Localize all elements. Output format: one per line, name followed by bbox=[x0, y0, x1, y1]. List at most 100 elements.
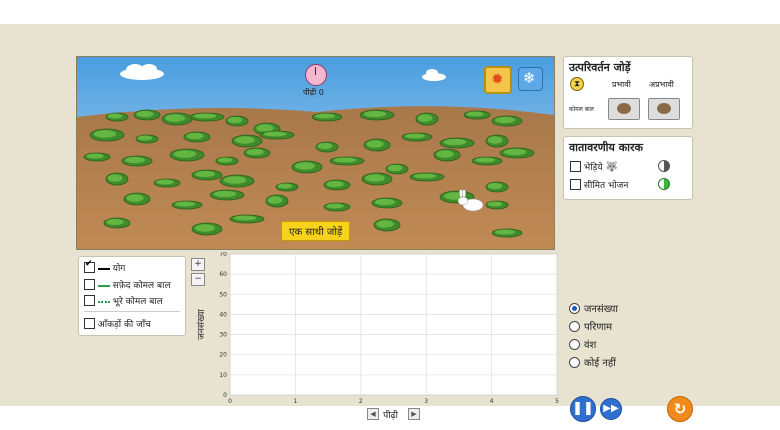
view-option-2[interactable]: वंश bbox=[569, 337, 618, 355]
view-option-3[interactable]: कोई नहीं bbox=[569, 355, 618, 373]
legend-brown-fur[interactable]: भूरे कोमल बाल bbox=[84, 294, 163, 307]
view-option-0[interactable]: जनसंख्या bbox=[569, 301, 618, 319]
pause-button[interactable]: ❚❚ bbox=[570, 396, 596, 422]
view-option-label: परिणाम bbox=[584, 322, 613, 333]
food-timer-icon bbox=[658, 178, 670, 190]
plant-leaves bbox=[375, 198, 395, 206]
plant-leaves bbox=[186, 132, 204, 140]
fast-forward-icon: ▶▶ bbox=[603, 403, 619, 414]
reset-button[interactable]: ↻ bbox=[667, 396, 693, 422]
snowflake-icon: ❄ bbox=[523, 69, 536, 87]
x-tick-label: 5 bbox=[555, 398, 559, 405]
sun-environment-button[interactable]: ✹ bbox=[484, 66, 512, 94]
x-tick-label: 3 bbox=[424, 398, 428, 405]
recessive-fur-mutation-button[interactable] bbox=[648, 98, 680, 120]
plant-leaves bbox=[503, 148, 527, 156]
x-tick-label: 4 bbox=[490, 398, 494, 405]
plant-leaves bbox=[277, 183, 293, 189]
data-probe-option[interactable]: आँकड़ों की जाँच bbox=[84, 317, 151, 330]
total-label: योग bbox=[112, 264, 126, 274]
x-tick-label: 0 bbox=[228, 398, 232, 405]
graph-legend-panel: योग सफ़ेद कोमल बाल भूरे कोमल बाल आँकड़ों… bbox=[78, 256, 186, 336]
legend-divider bbox=[84, 311, 180, 312]
plant-leaves bbox=[246, 148, 264, 156]
plant-leaves bbox=[217, 157, 233, 163]
wolves-option[interactable]: भेड़िये 🐺 bbox=[570, 160, 618, 173]
wolves-timer-icon bbox=[658, 160, 670, 172]
plant-leaves bbox=[417, 114, 433, 122]
view-option-label: वंश bbox=[584, 340, 597, 351]
generation-prev-button[interactable]: ◀ bbox=[367, 408, 379, 420]
plant-leaves bbox=[173, 150, 197, 158]
view-option-1[interactable]: परिणाम bbox=[569, 319, 618, 337]
view-option-label: जनसंख्या bbox=[584, 304, 618, 315]
plant-leaves bbox=[213, 190, 237, 198]
sun-icon: ✹ bbox=[491, 70, 504, 88]
total-checkbox[interactable] bbox=[84, 259, 95, 273]
population-chart: 0 1 2 3 4 5010203040506070जनसंख्यापीढ़ी bbox=[196, 252, 559, 421]
plant-leaves bbox=[195, 170, 215, 178]
add-mate-button[interactable]: एक साथी जोड़ें bbox=[281, 221, 351, 241]
wolves-label: भेड़िये bbox=[583, 163, 603, 173]
view-option-label: कोई नहीं bbox=[584, 358, 616, 369]
y-tick-label: 60 bbox=[219, 271, 227, 278]
wolves-checkbox[interactable] bbox=[570, 161, 581, 172]
generation-next-button[interactable]: ▶ bbox=[408, 408, 420, 420]
plant-leaves bbox=[235, 136, 255, 144]
plant-leaves bbox=[487, 201, 503, 207]
habitat-scene: पीढ़ी 0 ✹ ❄ एक साथी जोड़ें bbox=[76, 56, 555, 250]
fast-forward-button[interactable]: ▶▶ bbox=[600, 398, 622, 420]
y-tick-label: 30 bbox=[219, 332, 227, 339]
limited-food-checkbox[interactable] bbox=[570, 179, 581, 190]
plant-leaves bbox=[126, 194, 144, 202]
arctic-environment-button[interactable]: ❄ bbox=[518, 67, 543, 91]
plant-leaves bbox=[405, 133, 425, 139]
plant-leaves bbox=[376, 220, 394, 228]
mutations-title: उत्परिवर्तन जोड़ें bbox=[569, 61, 631, 74]
plant-leaves bbox=[326, 180, 344, 188]
data-probe-checkbox[interactable] bbox=[84, 318, 95, 329]
plant-leaves bbox=[487, 182, 503, 190]
y-tick-label: 0 bbox=[223, 392, 227, 399]
view-option-radio[interactable] bbox=[569, 338, 580, 350]
view-option-radio[interactable] bbox=[569, 356, 580, 368]
y-tick-label: 40 bbox=[219, 311, 227, 318]
plant-leaves bbox=[93, 130, 117, 138]
plant-leaves bbox=[495, 229, 515, 235]
dominant-label: प्रभावी bbox=[612, 80, 631, 89]
legend-total[interactable]: योग bbox=[84, 259, 126, 274]
plant-leaves bbox=[195, 224, 215, 232]
brown-fur-label: भूरे कोमल बाल bbox=[112, 297, 163, 307]
plant-leaves bbox=[256, 124, 274, 132]
plant-leaves bbox=[295, 162, 315, 170]
plant-leaves bbox=[263, 131, 287, 137]
view-option-radio[interactable] bbox=[569, 320, 580, 332]
plant-leaves bbox=[223, 176, 247, 184]
plant-leaves bbox=[233, 215, 257, 221]
y-tick-label: 10 bbox=[219, 372, 227, 379]
x-tick-label: 1 bbox=[293, 398, 297, 405]
plant-leaves bbox=[413, 173, 437, 179]
natural-selection-app: पीढ़ी 0 ✹ ❄ एक साथी जोड़ें उत्परिवर्तन ज… bbox=[0, 24, 780, 422]
plant-leaves bbox=[315, 113, 335, 119]
plant-leaves bbox=[487, 136, 503, 144]
dominant-fur-mutation-button[interactable] bbox=[608, 98, 640, 120]
plant-leaves bbox=[363, 110, 387, 118]
generation-label: पीढ़ी 0 bbox=[303, 88, 324, 97]
hourglass-icon: ⧗ bbox=[570, 77, 584, 91]
white-fur-checkbox[interactable] bbox=[84, 279, 95, 290]
plant-leaves bbox=[333, 157, 357, 163]
plant-leaves bbox=[366, 140, 384, 148]
limited-food-label: सीमित भोजन bbox=[583, 181, 629, 191]
limited-food-option[interactable]: सीमित भोजन bbox=[570, 178, 628, 191]
plant-leaves bbox=[387, 164, 403, 172]
brown-fur-checkbox[interactable] bbox=[84, 295, 95, 306]
plant-leaves bbox=[136, 110, 154, 118]
view-option-radio[interactable] bbox=[569, 302, 580, 314]
environment-title: वातावरणीय कारक bbox=[569, 141, 643, 154]
plant-leaves bbox=[156, 179, 174, 185]
plant-leaves bbox=[326, 203, 344, 209]
reset-icon: ↻ bbox=[673, 400, 687, 418]
plant-leaves bbox=[125, 156, 145, 164]
legend-white-fur[interactable]: सफ़ेद कोमल बाल bbox=[84, 278, 171, 291]
